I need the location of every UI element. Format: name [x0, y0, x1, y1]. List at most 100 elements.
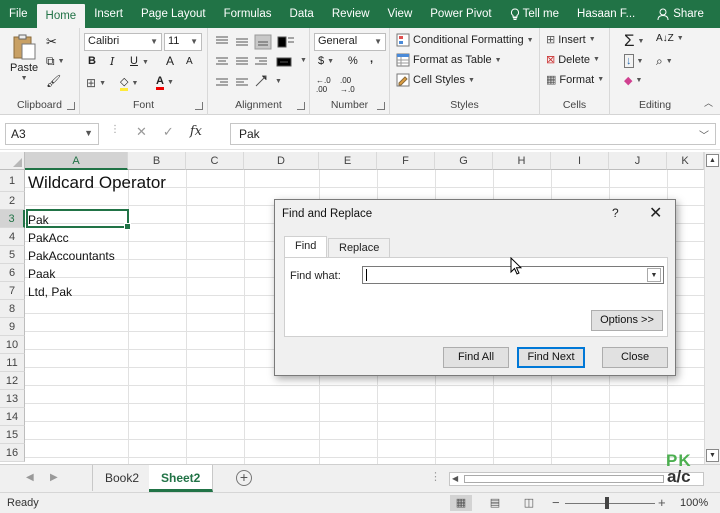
- increase-decimal-button[interactable]: ←.0.00: [316, 76, 331, 94]
- column-header-c[interactable]: C: [186, 152, 244, 170]
- column-header-b[interactable]: B: [128, 152, 186, 170]
- close-button[interactable]: Close: [602, 347, 668, 368]
- fill-color-button[interactable]: ◇ ▼: [120, 75, 138, 91]
- zoom-slider[interactable]: [565, 503, 655, 504]
- grow-font-button[interactable]: A: [166, 54, 174, 68]
- shrink-font-button[interactable]: A: [186, 56, 193, 67]
- underline-button[interactable]: U: [130, 55, 138, 67]
- percent-button[interactable]: %: [348, 55, 358, 67]
- cancel-icon[interactable]: ✕: [136, 124, 147, 140]
- zoom-slider-thumb[interactable]: [605, 497, 609, 509]
- cell-a1[interactable]: Wildcard Operator: [28, 173, 166, 193]
- close-icon[interactable]: ✕: [649, 203, 662, 223]
- find-select-button[interactable]: ⌕ ▼: [656, 54, 673, 69]
- row-header-3[interactable]: 3: [0, 210, 25, 228]
- number-launcher-icon[interactable]: [377, 102, 385, 110]
- scroll-down-icon[interactable]: ▼: [706, 449, 719, 462]
- tab-data[interactable]: Data: [281, 0, 323, 28]
- tab-view[interactable]: View: [379, 0, 422, 28]
- formula-input[interactable]: Pak ﹀: [230, 123, 716, 145]
- delete-cells-button[interactable]: ⊠ Delete ▼: [546, 53, 600, 67]
- add-sheet-icon[interactable]: +: [236, 470, 252, 486]
- row-header-5[interactable]: 5: [0, 246, 25, 264]
- row-header-10[interactable]: 10: [0, 336, 25, 354]
- row-header-7[interactable]: 7: [0, 282, 25, 300]
- font-size-select[interactable]: 11 ▼: [164, 33, 202, 51]
- row-header-13[interactable]: 13: [0, 390, 25, 408]
- fill-button[interactable]: ↓ ▼: [624, 54, 643, 68]
- borders-button[interactable]: ⊞ ▼: [86, 76, 106, 90]
- cut-button[interactable]: ✂: [46, 34, 57, 50]
- column-header-i[interactable]: I: [551, 152, 609, 170]
- conditional-formatting-button[interactable]: Conditional Formatting ▼: [396, 33, 534, 47]
- normal-view-icon[interactable]: ▦: [450, 495, 472, 511]
- insert-cells-button[interactable]: ⊞ Insert ▼: [546, 33, 596, 47]
- format-as-table-button[interactable]: Format as Table ▼: [396, 53, 502, 67]
- column-header-j[interactable]: J: [609, 152, 667, 170]
- tab-formulas[interactable]: Formulas: [215, 0, 281, 28]
- tab-find[interactable]: Find: [284, 236, 328, 258]
- autosum-button[interactable]: Σ ▼: [624, 31, 644, 51]
- row-header-1[interactable]: 1: [0, 170, 25, 192]
- tab-file[interactable]: File: [0, 0, 37, 28]
- tab-power-pivot[interactable]: Power Pivot: [421, 0, 500, 28]
- find-next-button[interactable]: Find Next: [517, 347, 585, 368]
- cell-styles-button[interactable]: Cell Styles ▼: [396, 73, 475, 87]
- tab-home[interactable]: Home: [36, 4, 86, 28]
- sheet-tab-sheet2[interactable]: Sheet2: [149, 465, 214, 492]
- user-account[interactable]: Hasaan F...: [568, 0, 644, 28]
- row-header-6[interactable]: 6: [0, 264, 25, 282]
- decrease-decimal-button[interactable]: .00 →.0: [340, 76, 355, 94]
- help-button[interactable]: ?: [612, 206, 619, 220]
- splitter-icon[interactable]: ⋮: [430, 470, 441, 483]
- row-header-11[interactable]: 11: [0, 354, 25, 372]
- scroll-left-icon[interactable]: ◀: [452, 473, 458, 485]
- tab-replace[interactable]: Replace: [328, 238, 391, 257]
- comma-button[interactable]: ,: [370, 53, 373, 65]
- column-header-e[interactable]: E: [319, 152, 377, 170]
- zoom-level[interactable]: 100%: [680, 497, 708, 509]
- column-header-a[interactable]: A: [25, 152, 128, 170]
- format-painter-button[interactable]: 🖌: [46, 74, 61, 88]
- alignment-launcher-icon[interactable]: [297, 102, 305, 110]
- zoom-out-icon[interactable]: −: [552, 495, 560, 510]
- paste-button[interactable]: Paste ▼: [10, 33, 38, 82]
- bold-button[interactable]: B: [88, 55, 96, 67]
- font-launcher-icon[interactable]: [195, 102, 203, 110]
- row-header-16[interactable]: 16: [0, 444, 25, 462]
- page-layout-view-icon[interactable]: ▤: [484, 495, 506, 511]
- row-header-4[interactable]: 4: [0, 228, 25, 246]
- scroll-up-icon[interactable]: ▲: [706, 154, 719, 167]
- scroll-tabs-right-icon[interactable]: ▶: [50, 472, 58, 483]
- clear-button[interactable]: ◆ ▼: [624, 74, 642, 87]
- insert-function-icon[interactable]: fx: [190, 124, 202, 140]
- page-break-view-icon[interactable]: ◫: [518, 495, 540, 511]
- row-header-14[interactable]: 14: [0, 408, 25, 426]
- options-button[interactable]: Options >>: [591, 310, 663, 331]
- chevron-down-icon[interactable]: ▼: [647, 268, 661, 282]
- enter-icon[interactable]: ✓: [163, 124, 174, 140]
- share-button[interactable]: Share: [648, 0, 713, 28]
- collapse-ribbon-icon[interactable]: ︿: [704, 96, 713, 109]
- clipboard-launcher-icon[interactable]: [67, 102, 75, 110]
- italic-button[interactable]: I: [110, 55, 114, 68]
- column-header-d[interactable]: D: [244, 152, 319, 170]
- column-header-g[interactable]: G: [435, 152, 493, 170]
- cell-a5[interactable]: PakAccountants: [28, 247, 115, 265]
- scroll-thumb[interactable]: [464, 475, 664, 483]
- tab-insert[interactable]: Insert: [85, 0, 132, 28]
- sheet-tab-book2[interactable]: Book2: [92, 465, 153, 491]
- row-header-9[interactable]: 9: [0, 318, 25, 336]
- currency-button[interactable]: $ ▼: [318, 55, 334, 67]
- cell-a6[interactable]: Paak: [28, 265, 55, 283]
- column-header-f[interactable]: F: [377, 152, 435, 170]
- column-header-h[interactable]: H: [493, 152, 551, 170]
- column-header-k[interactable]: K: [667, 152, 704, 170]
- find-all-button[interactable]: Find All: [443, 347, 509, 368]
- row-header-2[interactable]: 2: [0, 192, 25, 210]
- format-cells-button[interactable]: ▦ Format ▼: [546, 73, 604, 87]
- zoom-in-icon[interactable]: +: [658, 495, 666, 510]
- tell-me-box[interactable]: Tell me: [501, 0, 568, 28]
- row-header-8[interactable]: 8: [0, 300, 25, 318]
- row-header-12[interactable]: 12: [0, 372, 25, 390]
